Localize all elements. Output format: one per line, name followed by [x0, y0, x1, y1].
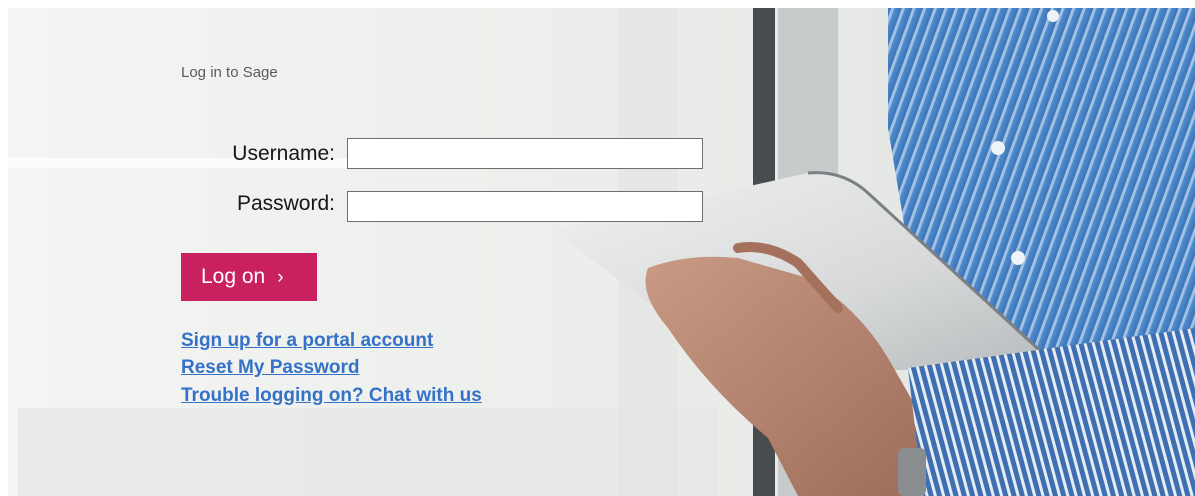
username-input[interactable] [347, 138, 703, 169]
log-on-button[interactable]: Log on › [181, 253, 317, 301]
login-panel: Log in to Sage Username: Password: Log o… [8, 8, 1195, 496]
log-on-label: Log on [201, 265, 266, 288]
password-label: Password: [236, 192, 335, 215]
page-title: Log in to Sage [181, 64, 278, 81]
chevron-right-icon: › [277, 266, 284, 288]
chat-support-link[interactable]: Trouble logging on? Chat with us [181, 385, 482, 407]
reset-password-link[interactable]: Reset My Password [181, 357, 359, 379]
login-form: Log in to Sage Username: Password: Log o… [8, 8, 1195, 496]
username-label: Username: [232, 142, 335, 165]
sign-up-link[interactable]: Sign up for a portal account [181, 330, 433, 352]
password-input[interactable] [347, 191, 703, 222]
